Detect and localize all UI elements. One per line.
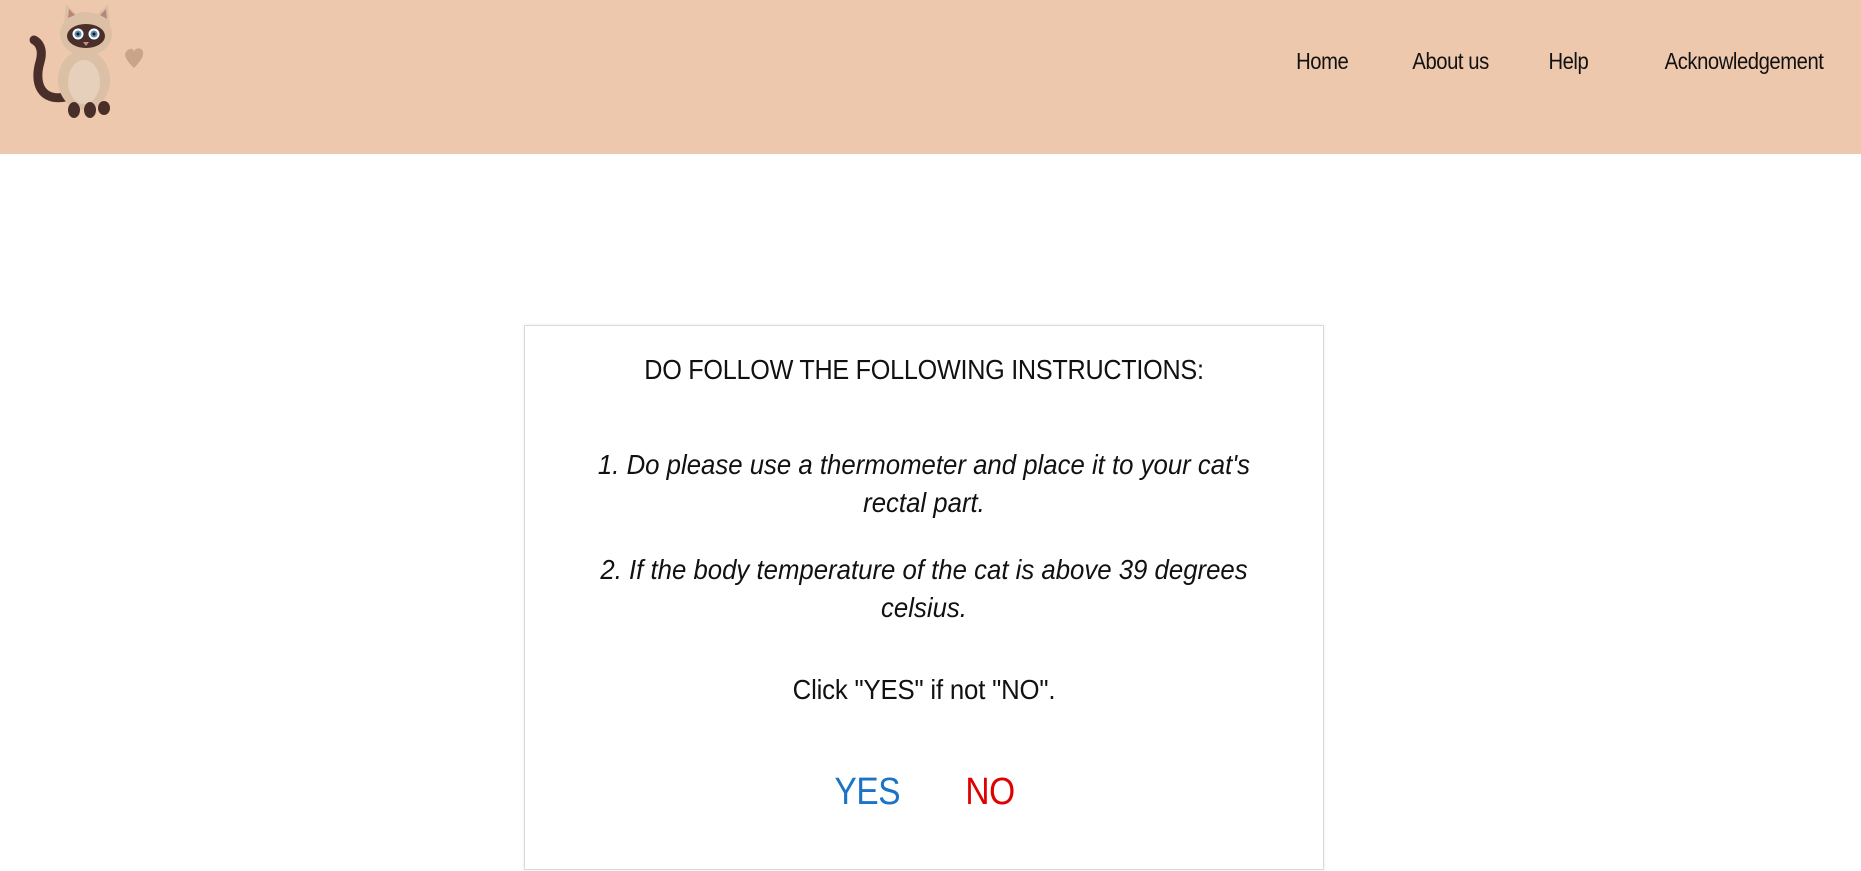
choice-prompt: Click "YES" if not "NO".	[792, 674, 1056, 705]
choice-buttons: YES NO	[525, 771, 1323, 814]
main-nav: Home About us Help Acknowledgement	[1289, 48, 1823, 75]
instruction-item: 1. Do please use a thermometer and place…	[597, 449, 1251, 518]
yes-button[interactable]: YES	[834, 771, 900, 814]
nav-help-link[interactable]: Help	[1549, 48, 1589, 75]
cat-logo-icon[interactable]	[26, 2, 152, 120]
nav-home-link[interactable]: Home	[1296, 48, 1349, 75]
card-title: DO FOLLOW THE FOLLOWING INSTRUCTIONS:	[644, 354, 1204, 385]
site-header: Home About us Help Acknowledgement	[0, 0, 1861, 154]
instructions-card: DO FOLLOW THE FOLLOWING INSTRUCTIONS: 1.…	[524, 325, 1324, 870]
no-button[interactable]: NO	[966, 771, 1016, 814]
instruction-item: 2. If the body temperature of the cat is…	[600, 554, 1248, 623]
nav-acknowledgement-link[interactable]: Acknowledgement	[1664, 48, 1823, 75]
nav-about-us-link[interactable]: About us	[1413, 48, 1490, 75]
